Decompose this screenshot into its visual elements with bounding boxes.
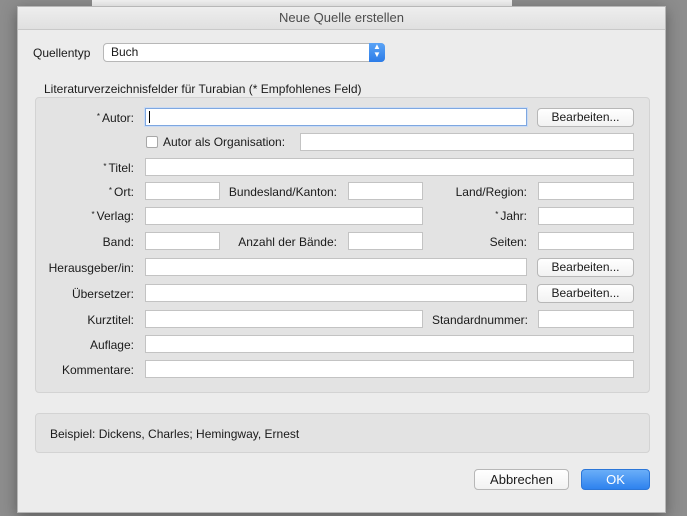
editor-edit-button[interactable]: Bearbeiten... <box>537 258 634 277</box>
create-source-dialog: Neue Quelle erstellen Quellentyp Buch ▲ ▼… <box>17 6 666 513</box>
edition-label: Auflage: <box>89 338 134 352</box>
author-org-checkbox[interactable] <box>146 136 158 148</box>
ok-button[interactable]: OK <box>581 469 650 490</box>
country-label: Land/Region: <box>455 185 527 199</box>
num-volumes-field[interactable] <box>348 232 423 250</box>
publisher-label: * Verlag: <box>91 209 134 223</box>
volume-field[interactable] <box>145 232 220 250</box>
required-marker: * <box>96 112 100 121</box>
select-arrows-icon: ▲ ▼ <box>369 43 385 62</box>
num-volumes-label: Anzahl der Bände: <box>238 235 337 249</box>
pages-field[interactable] <box>538 232 634 250</box>
dialog-title: Neue Quelle erstellen <box>18 7 665 30</box>
source-type-value: Buch <box>111 45 139 59</box>
pages-label: Seiten: <box>489 235 527 249</box>
required-marker: * <box>495 210 499 219</box>
translator-label: Übersetzer: <box>71 287 134 301</box>
standard-number-label: Standardnummer: <box>431 313 528 327</box>
source-type-label: Quellentyp <box>33 46 91 60</box>
title-label: * Titel: <box>103 161 134 175</box>
place-label: * Ort: <box>108 185 134 199</box>
author-edit-button[interactable]: Bearbeiten... <box>537 108 634 127</box>
author-org-field[interactable] <box>300 133 634 151</box>
cancel-button[interactable]: Abbrechen <box>474 469 569 490</box>
author-label: * Autor: <box>96 111 134 125</box>
title-field[interactable] <box>145 158 634 176</box>
editor-label: Herausgeber/in: <box>48 261 134 275</box>
group-title: Literaturverzeichnisfelder für Turabian … <box>44 82 362 96</box>
translator-field[interactable] <box>145 284 527 302</box>
comments-field[interactable] <box>145 360 634 378</box>
short-title-field[interactable] <box>145 310 423 328</box>
edition-field[interactable] <box>145 335 634 353</box>
required-marker: * <box>91 210 95 219</box>
year-label: * Jahr: <box>495 209 527 223</box>
short-title-label: Kurztitel: <box>87 313 134 327</box>
year-field[interactable] <box>538 207 634 225</box>
publisher-field[interactable] <box>145 207 423 225</box>
source-type-select[interactable]: Buch ▲ ▼ <box>103 43 385 62</box>
volume-label: Band: <box>102 235 134 249</box>
place-field[interactable] <box>145 182 220 200</box>
standard-number-field[interactable] <box>538 310 634 328</box>
country-field[interactable] <box>538 182 634 200</box>
required-marker: * <box>103 162 107 171</box>
author-org-label: Autor als Organisation: <box>163 135 286 149</box>
author-field[interactable] <box>145 108 527 126</box>
translator-edit-button[interactable]: Bearbeiten... <box>537 284 634 303</box>
comments-label: Kommentare: <box>61 363 134 377</box>
state-field[interactable] <box>348 182 423 200</box>
state-label: Bundesland/Kanton: <box>228 185 337 199</box>
text-caret <box>149 111 150 123</box>
editor-field[interactable] <box>145 258 527 276</box>
required-marker: * <box>108 186 112 195</box>
example-text: Beispiel: Dickens, Charles; Hemingway, E… <box>35 413 650 453</box>
